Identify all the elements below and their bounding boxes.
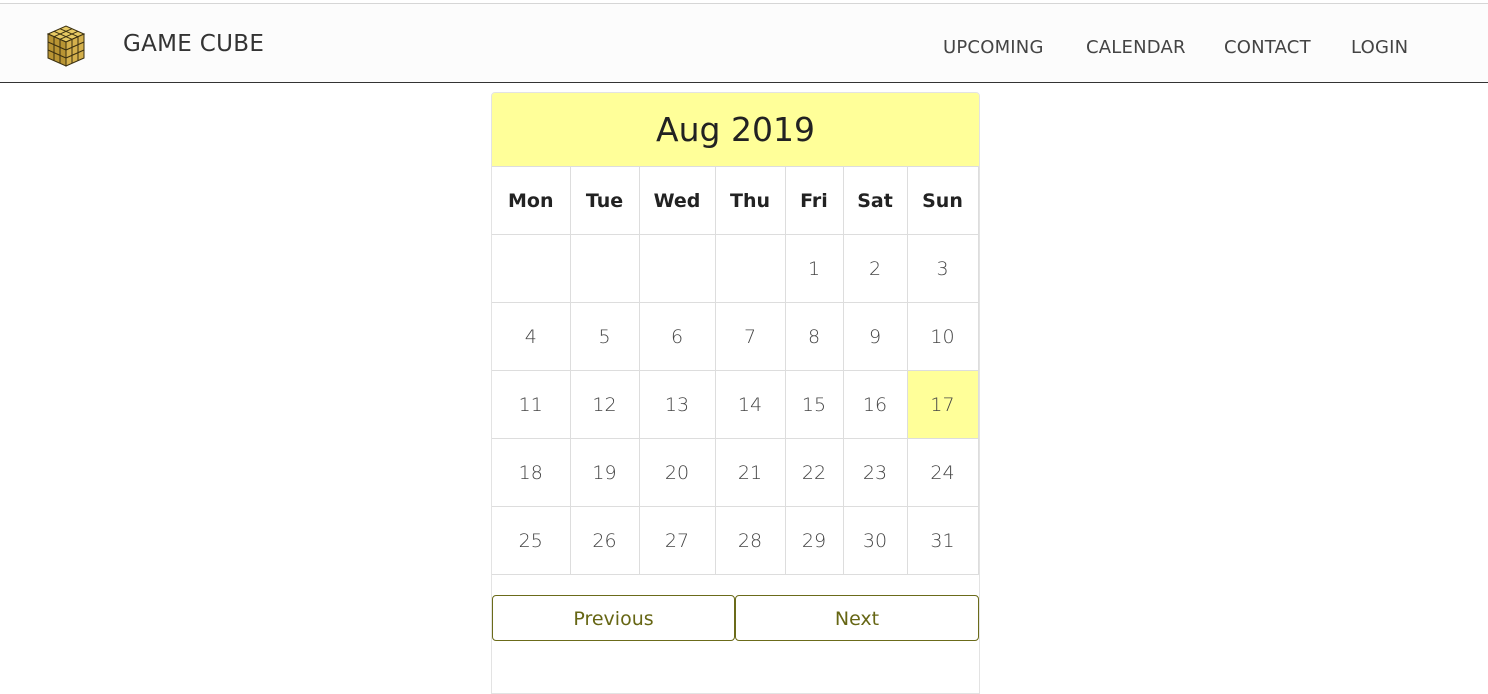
day-cell[interactable]: 5 [569, 302, 640, 371]
day-cell[interactable]: 21 [714, 438, 786, 507]
day-cell[interactable]: 13 [638, 370, 716, 439]
weekday-header: Mon [492, 167, 571, 235]
day-cell[interactable]: 14 [714, 370, 786, 439]
day-cell[interactable]: 22 [784, 438, 844, 507]
day-cell[interactable]: 9 [842, 302, 908, 371]
brand-name[interactable]: GAME CUBE [123, 31, 264, 57]
day-cell[interactable]: 8 [784, 302, 844, 371]
day-cell[interactable]: 31 [906, 506, 979, 575]
week-row: 1 2 3 [492, 234, 979, 303]
day-cell[interactable]: 20 [638, 438, 716, 507]
day-cell[interactable]: 27 [638, 506, 716, 575]
day-cell[interactable]: 24 [906, 438, 979, 507]
weekday-header-row: Mon Tue Wed Thu Fri Sat Sun [492, 167, 979, 235]
day-cell[interactable]: 2 [842, 234, 908, 303]
weekday-header: Sat [842, 167, 908, 235]
day-cell[interactable]: 18 [492, 438, 571, 507]
day-cell[interactable]: 30 [842, 506, 908, 575]
next-month-button[interactable]: Next [735, 595, 979, 641]
weekday-header: Fri [784, 167, 844, 235]
day-cell[interactable]: 12 [569, 370, 640, 439]
day-cell [714, 234, 786, 303]
day-cell[interactable]: 28 [714, 506, 786, 575]
calendar-grid: Mon Tue Wed Thu Fri Sat Sun 1 2 3 4 5 6 … [492, 167, 979, 575]
day-cell[interactable]: 1 [784, 234, 844, 303]
weekday-header: Thu [714, 167, 786, 235]
week-row: 18 19 20 21 22 23 24 [492, 438, 979, 507]
day-cell[interactable]: 25 [492, 506, 571, 575]
day-cell [638, 234, 716, 303]
day-cell[interactable]: 16 [842, 370, 908, 439]
today-day-cell[interactable]: 17 [906, 370, 979, 439]
day-cell [569, 234, 640, 303]
day-cell[interactable]: 11 [492, 370, 571, 439]
day-cell[interactable]: 23 [842, 438, 908, 507]
week-row: 4 5 6 7 8 9 10 [492, 302, 979, 371]
rubiks-cube-logo-icon[interactable] [44, 22, 88, 68]
day-cell[interactable]: 7 [714, 302, 786, 371]
day-cell[interactable]: 15 [784, 370, 844, 439]
day-cell[interactable]: 19 [569, 438, 640, 507]
nav-upcoming-link[interactable]: UPCOMING [943, 37, 1044, 58]
weekday-header: Sun [906, 167, 979, 235]
day-cell[interactable]: 29 [784, 506, 844, 575]
navbar: GAME CUBE UPCOMING CALENDAR CONTACT LOGI… [0, 4, 1488, 83]
previous-month-button[interactable]: Previous [492, 595, 735, 641]
week-row: 11 12 13 14 15 16 17 [492, 370, 979, 439]
nav-calendar-link[interactable]: CALENDAR [1086, 37, 1186, 58]
day-cell [492, 234, 571, 303]
week-row: 25 26 27 28 29 30 31 [492, 506, 979, 575]
weekday-header: Tue [569, 167, 640, 235]
calendar-month-title: Aug 2019 [492, 93, 979, 167]
day-cell[interactable]: 26 [569, 506, 640, 575]
day-cell[interactable]: 6 [638, 302, 716, 371]
day-cell[interactable]: 10 [906, 302, 979, 371]
nav-contact-link[interactable]: CONTACT [1224, 37, 1311, 58]
weekday-header: Wed [638, 167, 716, 235]
nav-login-link[interactable]: LOGIN [1351, 37, 1408, 58]
day-cell[interactable]: 3 [906, 234, 979, 303]
day-cell[interactable]: 4 [492, 302, 571, 371]
